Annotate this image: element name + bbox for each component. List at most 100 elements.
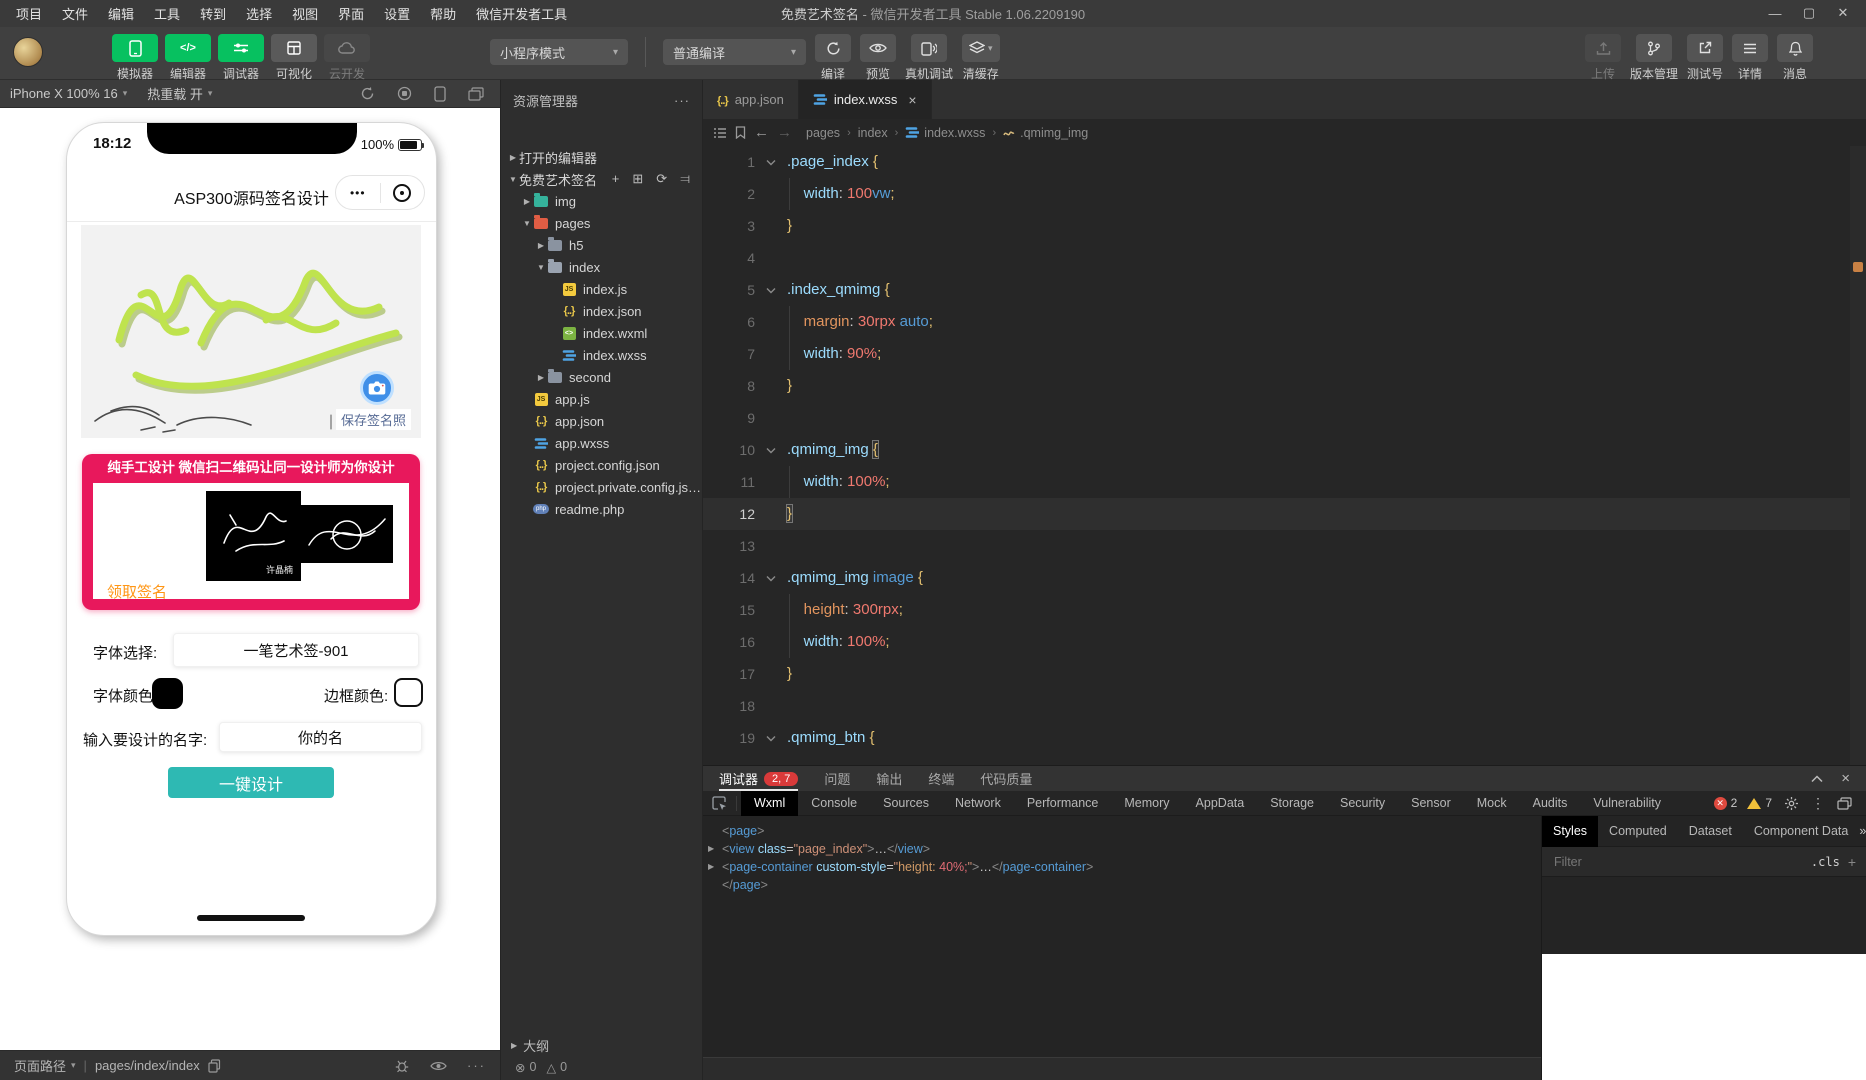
forward-icon[interactable]: → [777,124,792,141]
toggle-云开发[interactable]: 云开发 [324,34,370,82]
styles-tab-Styles[interactable]: Styles [1542,816,1598,847]
bookmark-icon[interactable] [735,126,746,139]
new-file-icon[interactable]: + [612,171,620,187]
camera-icon[interactable] [360,371,394,405]
wxml-expand-icon[interactable]: ▶ [708,840,714,858]
tree-item-index.json[interactable]: {..}index.json [501,300,702,322]
code-line-12[interactable]: 12} [703,498,1866,530]
maximize-icon[interactable]: ▢ [1792,0,1826,26]
editor-tab-index.wxss[interactable]: index.wxss× [799,80,932,119]
tree-item-打开的编辑器[interactable]: ▶打开的编辑器 [501,146,702,168]
devtools-tab-Vulnerability[interactable]: Vulnerability [1580,791,1674,816]
hot-reload-toggle[interactable]: 热重载 开▾ [137,84,222,103]
toggle-可视化[interactable]: 可视化 [271,34,317,82]
menu-item-文件[interactable]: 文件 [54,1,96,26]
more-options-icon[interactable]: ··· [467,1058,486,1073]
tree-item-index[interactable]: ▼index [501,256,702,278]
design-button[interactable]: 一键设计 [168,767,334,798]
devtools-tab-Storage[interactable]: Storage [1257,791,1327,816]
code-line-19[interactable]: 19.qmimg_btn { [703,722,1866,754]
collapse-all-icon[interactable]: ⫤ [680,171,690,187]
styles-tab-Dataset[interactable]: Dataset [1678,816,1743,847]
menu-item-工具[interactable]: 工具 [146,1,188,26]
tree-item-pages[interactable]: ▼pages [501,212,702,234]
tree-item-second[interactable]: ▶second [501,366,702,388]
border-color-swatch[interactable] [394,678,423,707]
devtools-tab-Sources[interactable]: Sources [870,791,942,816]
devtools-tab-Mock[interactable]: Mock [1464,791,1520,816]
explorer-more-icon[interactable]: ··· [674,93,690,108]
record-icon[interactable] [397,86,412,101]
action-编译[interactable]: 编译 [815,34,851,82]
fold-chevron-icon[interactable] [761,722,781,754]
debugger-tab-问题[interactable]: 问题 [824,766,850,791]
close-tab-icon[interactable]: × [908,92,916,108]
inspect-element-icon[interactable] [703,796,737,811]
font-color-swatch[interactable] [152,678,183,709]
toggle-调试器[interactable]: 调试器 [218,34,264,82]
multi-window-icon[interactable] [468,87,484,101]
menu-item-界面[interactable]: 界面 [330,1,372,26]
collapse-panel-icon[interactable] [1811,775,1823,783]
tree-item-readme.php[interactable]: phpreadme.php [501,498,702,520]
tree-item-免费艺术签名[interactable]: ▼免费艺术签名+⊞⟳⫤ [501,168,702,190]
code-line-13[interactable]: 13 [703,530,1866,562]
code-line-10[interactable]: 10.qmimg_img { [703,434,1866,466]
name-input[interactable]: 你的名 [219,722,422,752]
debugger-tab-输出[interactable]: 输出 [876,766,902,791]
close-panel-icon[interactable]: × [1841,770,1850,787]
breadcrumb-index.wxss[interactable]: index.wxss [905,126,985,140]
code-content[interactable]: 1.page_index {2 width: 100vw;3}45.index_… [703,146,1866,765]
compile-select[interactable]: 普通编译▾ [663,39,806,65]
styles-tabs-overflow-icon[interactable]: » [1859,824,1866,838]
code-line-14[interactable]: 14.qmimg_img image { [703,562,1866,594]
add-rule-icon[interactable]: + [1848,854,1856,870]
styles-tab-Computed[interactable]: Computed [1598,816,1678,847]
editor-tab-app.json[interactable]: {..}app.json [703,80,799,119]
devtools-dock-icon[interactable] [1837,797,1852,810]
toggle-模拟器[interactable]: 模拟器 [112,34,158,82]
menu-item-编辑[interactable]: 编辑 [100,1,142,26]
code-line-9[interactable]: 9 [703,402,1866,434]
device-frame-icon[interactable] [434,86,446,102]
cls-button[interactable]: .cls [1811,855,1840,869]
user-avatar[interactable] [13,37,43,67]
devtools-kebab-icon[interactable]: ⋮ [1811,795,1825,812]
tree-item-index.js[interactable]: JSindex.js [501,278,702,300]
eye-icon[interactable] [430,1060,447,1072]
code-line-8[interactable]: 8} [703,370,1866,402]
devtools-tab-AppData[interactable]: AppData [1183,791,1258,816]
copy-path-icon[interactable] [208,1059,221,1073]
save-signature-link[interactable]: 保存签名照 [336,409,411,430]
tree-item-project.config.json[interactable]: {..}project.config.json [501,454,702,476]
code-line-3[interactable]: 3} [703,210,1866,242]
fold-chevron-icon[interactable] [761,434,781,466]
action-测试号[interactable]: 测试号 [1687,34,1723,82]
new-folder-icon[interactable]: ⊞ [632,171,643,187]
action-真机调试[interactable]: 真机调试 [905,34,953,82]
devtools-settings-gear-icon[interactable] [1784,796,1799,811]
breadcrumb-pages[interactable]: pages [806,126,840,140]
breadcrumb-.qmimg_img[interactable]: .qmimg_img [1003,126,1088,140]
editor-scrollbar[interactable] [1850,146,1866,765]
tree-item-project.private.config.js…[interactable]: {..}project.private.config.js… [501,476,702,498]
devtools-tab-Performance[interactable]: Performance [1014,791,1112,816]
outline-list-icon[interactable] [713,127,727,139]
code-line-18[interactable]: 18 [703,690,1866,722]
devtools-tab-Console[interactable]: Console [798,791,870,816]
wxml-node-2[interactable]: ▶<page-container custom-style="height: 4… [703,858,1541,876]
wxml-node-0[interactable]: <page> [703,822,1541,840]
wxml-node-3[interactable]: </page> [703,876,1541,894]
code-line-1[interactable]: 1.page_index { [703,146,1866,178]
styles-tab-Component Data[interactable]: Component Data [1743,816,1860,847]
code-line-6[interactable]: 6 margin: 30rpx auto; [703,306,1866,338]
code-line-5[interactable]: 5.index_qmimg { [703,274,1866,306]
tree-item-app.json[interactable]: {..}app.json [501,410,702,432]
code-line-16[interactable]: 16 width: 100%; [703,626,1866,658]
page-path-label[interactable]: 页面路径 [0,1056,66,1075]
devtools-tab-Security[interactable]: Security [1327,791,1398,816]
mode-select[interactable]: 小程序模式▾ [490,39,628,65]
menu-item-设置[interactable]: 设置 [376,1,418,26]
menu-item-转到[interactable]: 转到 [192,1,234,26]
breadcrumb-index[interactable]: index [858,126,888,140]
